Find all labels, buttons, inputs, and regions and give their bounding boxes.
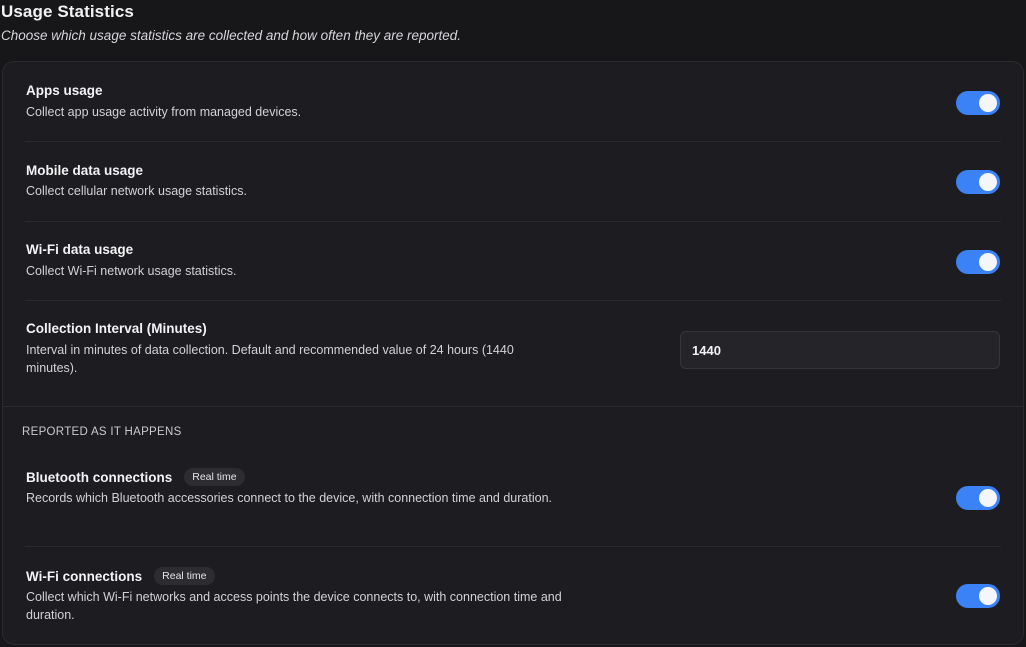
wifi-connections-label-row: Wi-Fi connections Real time: [26, 567, 215, 585]
section-divider: [3, 406, 1023, 407]
bluetooth-connections-label: Bluetooth connections: [26, 469, 173, 485]
usage-statistics-page: Usage Statistics Choose which usage stat…: [0, 0, 1026, 647]
apps-usage-description: Collect app usage activity from managed …: [26, 105, 302, 119]
wifi-data-usage-description: Collect Wi-Fi network usage statistics.: [26, 264, 237, 278]
divider: [25, 300, 1001, 301]
mobile-data-usage-description: Collect cellular network usage statistic…: [26, 184, 247, 198]
divider: [25, 546, 1001, 547]
bluetooth-connections-label-row: Bluetooth connections Real time: [26, 468, 245, 486]
page-title: Usage Statistics: [1, 2, 134, 21]
wifi-connections-description: Collect which Wi-Fi networks and access …: [26, 590, 562, 622]
bluetooth-connections-toggle[interactable]: [956, 486, 1000, 510]
mobile-data-usage-toggle[interactable]: [956, 170, 1000, 194]
apps-usage-label: Apps usage: [26, 83, 103, 98]
toggle-knob: [979, 173, 997, 191]
settings-card: Apps usage Collect app usage activity fr…: [2, 61, 1024, 645]
divider: [25, 141, 1001, 142]
collection-interval-description: Interval in minutes of data collection. …: [26, 343, 514, 375]
wifi-data-usage-toggle[interactable]: [956, 250, 1000, 274]
toggle-knob: [979, 489, 997, 507]
wifi-data-usage-label: Wi-Fi data usage: [26, 242, 134, 257]
realtime-badge: Real time: [184, 468, 245, 486]
apps-usage-toggle[interactable]: [956, 91, 1000, 115]
divider: [25, 221, 1001, 222]
collection-interval-input[interactable]: [680, 331, 1000, 369]
toggle-knob: [979, 94, 997, 112]
realtime-badge: Real time: [154, 567, 215, 585]
bluetooth-connections-description: Records which Bluetooth accessories conn…: [26, 491, 552, 505]
toggle-knob: [979, 587, 997, 605]
mobile-data-usage-label: Mobile data usage: [26, 163, 144, 178]
wifi-connections-label: Wi-Fi connections: [26, 568, 143, 584]
section-header-realtime: REPORTED AS IT HAPPENS: [22, 426, 182, 438]
collection-interval-label: Collection Interval (Minutes): [26, 321, 207, 336]
wifi-connections-toggle[interactable]: [956, 584, 1000, 608]
page-subtitle: Choose which usage statistics are collec…: [1, 28, 462, 43]
toggle-knob: [979, 253, 997, 271]
